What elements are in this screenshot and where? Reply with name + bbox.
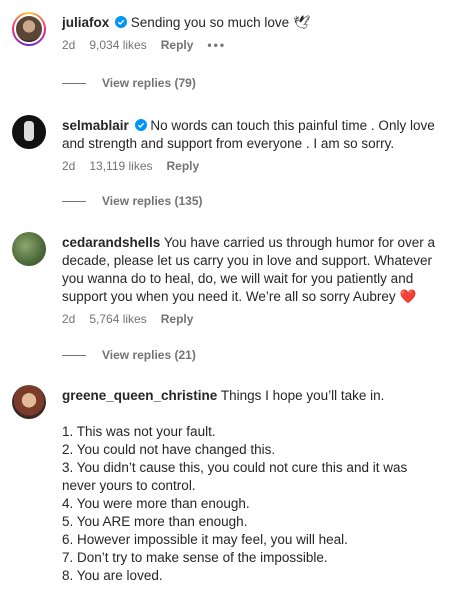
comment-age: 2d [62, 312, 76, 326]
list-item: 7. Don’t try to make sense of the imposs… [62, 550, 328, 565]
list-item: 6. However impossible it may feel, you w… [62, 532, 348, 547]
comment-text: You have carried us through humor for ov… [163, 235, 435, 250]
verified-badge-icon [134, 119, 147, 131]
username-juliafox[interactable]: juliafox [62, 15, 109, 30]
comment-text-cont: decade, please let us carry you in love … [62, 253, 432, 268]
reply-button[interactable]: Reply [161, 36, 194, 54]
comment-text: Sending you so much love [130, 15, 290, 30]
view-replies-label: View replies (135) [102, 194, 203, 208]
view-replies-label: View replies (21) [102, 348, 196, 362]
list-item: 5. You ARE more than enough. [62, 514, 248, 529]
username-selmablair[interactable]: selmablair [62, 118, 129, 133]
view-replies-button[interactable]: View replies (21) [62, 348, 196, 362]
list-item: 8. You are loved. [62, 568, 163, 583]
likes-count[interactable]: 5,764 likes [89, 310, 146, 328]
verified-badge-icon [115, 16, 128, 28]
view-replies-button[interactable]: View replies (79) [62, 76, 196, 90]
comment-list: 1. This was not your fault. 2. You could… [62, 423, 448, 585]
likes-count[interactable]: 9,034 likes [89, 36, 146, 54]
avatar-cedarandshells[interactable] [12, 232, 46, 266]
username-cedarandshells[interactable]: cedarandshells [62, 235, 160, 250]
list-item: never yours to control. [62, 478, 196, 493]
list-item: 4. You were more than enough. [62, 496, 250, 511]
list-item: 3. You didn’t cause this, you could not … [62, 460, 408, 475]
avatar-juliafox[interactable] [12, 12, 46, 46]
list-item: 1. This was not your fault. [62, 424, 216, 439]
view-replies-label: View replies (79) [102, 76, 196, 90]
avatar-greene-queen-christine[interactable] [12, 385, 46, 419]
comment-text: No words can touch this painful time . O… [150, 118, 435, 133]
avatar-selmablair[interactable] [12, 115, 46, 149]
reply-button[interactable]: Reply [167, 157, 200, 175]
comment-text-cont: you wanna do to heal, do, we will wait f… [62, 271, 414, 286]
dove-emoji-icon: 🕊 [292, 15, 311, 30]
username-greene-queen-christine[interactable]: greene_queen_christine [62, 388, 217, 403]
divider-line [62, 200, 86, 202]
comment-text-cont: support you when you need it. We’re all … [62, 289, 396, 304]
divider-line [62, 82, 86, 84]
divider-line [62, 354, 86, 356]
comment-age: 2d [62, 38, 76, 52]
reply-button[interactable]: Reply [161, 310, 194, 328]
likes-count[interactable]: 13,119 likes [89, 157, 152, 175]
comment-text: Things I hope you’ll take in. [220, 388, 385, 403]
view-replies-button[interactable]: View replies (135) [62, 194, 203, 208]
comment-age: 2d [62, 159, 76, 173]
comment-text-cont: and strength and support from everyone .… [62, 136, 395, 151]
list-item: 2. You could not have changed this. [62, 442, 276, 457]
more-options-button[interactable]: ••• [207, 36, 226, 54]
heart-emoji-icon: ❤️ [399, 289, 417, 304]
